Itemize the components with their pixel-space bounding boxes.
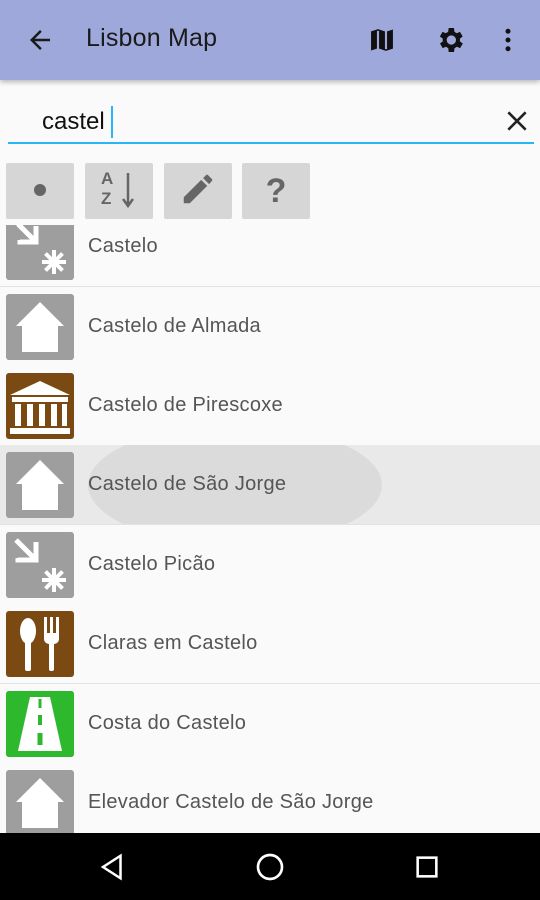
page-title: Lisbon Map	[86, 24, 218, 52]
list-item[interactable]: Castelo de Pirescoxe	[0, 366, 540, 446]
list-item-label: Elevador Castelo de São Jorge	[88, 791, 374, 813]
recents-square-icon[interactable]	[407, 848, 447, 886]
list-item-label: Castelo	[88, 235, 158, 257]
list-item-label: Costa do Castelo	[88, 712, 247, 734]
map-icon[interactable]	[364, 22, 400, 58]
list-item-label: Castelo Picão	[88, 553, 216, 575]
more-vert-icon[interactable]	[490, 22, 526, 58]
edit-button[interactable]	[164, 163, 232, 219]
results-list: Castelo Castelo de Almada Castelo de Pir…	[0, 225, 540, 833]
close-icon[interactable]	[500, 104, 534, 138]
pencil-icon	[179, 170, 217, 212]
list-item-label: Claras em Castelo	[88, 632, 258, 654]
back-triangle-icon[interactable]	[93, 848, 133, 886]
text-caret	[111, 106, 113, 138]
sort-button[interactable]: A Z	[85, 163, 153, 219]
list-item-label: Castelo de São Jorge	[88, 473, 287, 495]
sort-az-icon: A Z	[99, 169, 139, 213]
house-icon	[6, 452, 74, 518]
restaurant-icon	[6, 611, 74, 677]
monument-icon	[6, 373, 74, 439]
app-bar: Lisbon Map	[0, 0, 540, 80]
sort-label-a: A	[101, 169, 114, 188]
list-item[interactable]: Castelo de São Jorge	[0, 445, 540, 525]
list-item[interactable]: Castelo	[0, 225, 540, 287]
road-icon	[6, 691, 74, 757]
house-icon	[6, 294, 74, 360]
dot-icon	[33, 182, 47, 201]
sort-label-z: Z	[101, 189, 112, 208]
search-input[interactable]	[42, 104, 482, 140]
house-icon	[6, 770, 74, 833]
dot-button[interactable]	[6, 163, 74, 219]
help-icon: ?	[265, 171, 287, 210]
help-button[interactable]: ?	[242, 163, 310, 219]
viewpoint-icon	[6, 532, 74, 598]
arrow-back-icon[interactable]	[22, 22, 58, 58]
list-item-label: Castelo de Almada	[88, 315, 261, 337]
list-item[interactable]: Costa do Castelo	[0, 684, 540, 764]
list-item[interactable]: Claras em Castelo	[0, 604, 540, 684]
list-item-label: Castelo de Pirescoxe	[88, 394, 283, 416]
list-item[interactable]: Elevador Castelo de São Jorge	[0, 763, 540, 833]
list-item[interactable]: Castelo de Almada	[0, 287, 540, 367]
search-underline	[8, 142, 534, 144]
home-circle-icon[interactable]	[250, 848, 290, 886]
viewpoint-icon	[6, 225, 74, 280]
list-item[interactable]: Castelo Picão	[0, 525, 540, 605]
gear-icon[interactable]	[432, 22, 468, 58]
